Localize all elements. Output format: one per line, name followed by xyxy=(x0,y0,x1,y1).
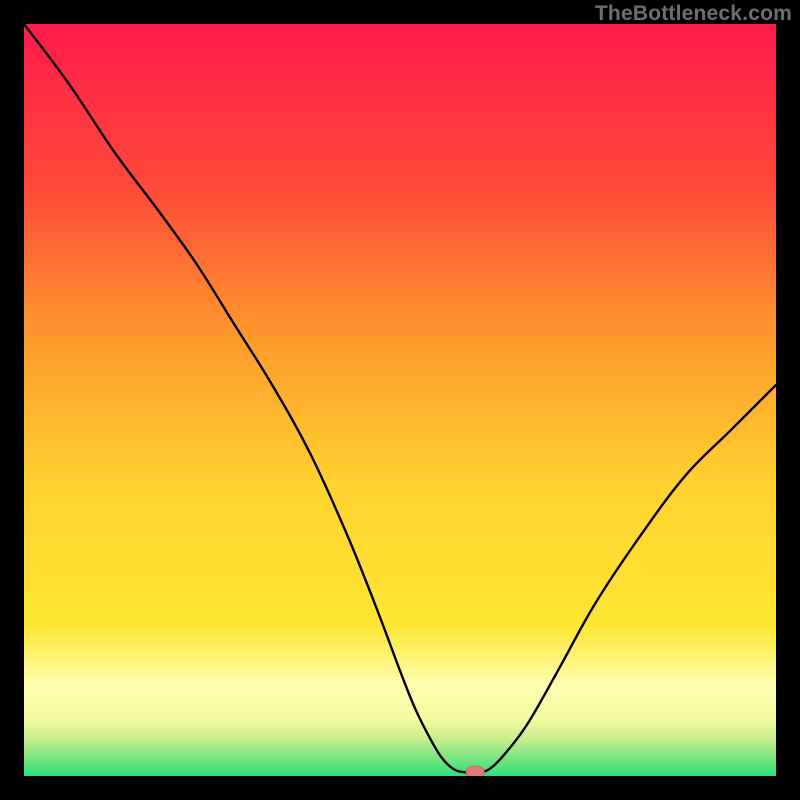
gradient-background xyxy=(24,24,776,776)
chart-stage: TheBottleneck.com xyxy=(0,0,800,800)
watermark-text: TheBottleneck.com xyxy=(595,2,792,26)
optimum-marker xyxy=(466,766,484,776)
plot-area xyxy=(24,24,776,776)
chart-svg xyxy=(24,24,776,776)
